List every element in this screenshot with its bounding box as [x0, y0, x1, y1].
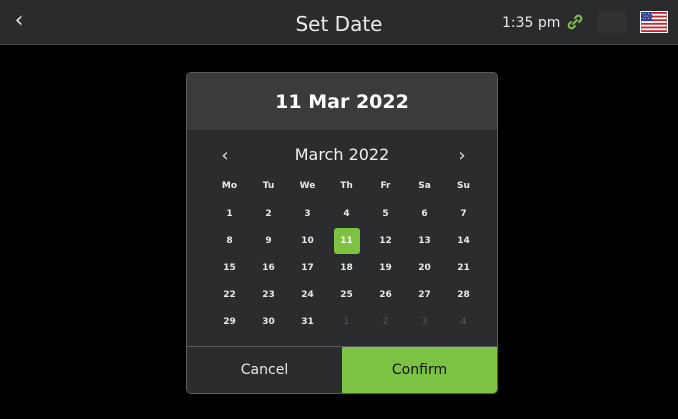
calendar-day-selected[interactable]: 11	[327, 228, 366, 254]
calendar-day[interactable]: 3	[288, 201, 327, 227]
calendar-day[interactable]: 26	[366, 282, 405, 308]
clock-time: 1:35 pm	[502, 15, 561, 31]
calendar-day[interactable]: 31	[288, 309, 327, 335]
calendar-day[interactable]: 25	[327, 282, 366, 308]
calendar-day-next-month: 1	[343, 317, 350, 327]
calendar-day-next-month: 4	[460, 317, 467, 327]
weekday-label: Fr	[380, 181, 391, 191]
date-picker-dialog: 11 Mar 2022 ‹ March 2022 › Mo Tu We Th F…	[186, 72, 498, 394]
weekday-label: Mo	[221, 181, 238, 191]
weekday-label: Tu	[262, 181, 275, 191]
calendar-day[interactable]: 10	[288, 228, 327, 254]
selected-day-label: 11	[333, 228, 360, 254]
top-bar: ‹ Set Date 1:35 pm	[0, 0, 678, 45]
calendar-day-next-month: 2	[382, 317, 389, 327]
dialog-footer: Cancel Confirm	[187, 346, 497, 393]
calendar-day[interactable]: 28	[444, 282, 483, 308]
calendar-day-next-month: 3	[421, 317, 428, 327]
calendar-day[interactable]: 23	[249, 282, 288, 308]
chevron-right-icon: ›	[458, 144, 466, 166]
calendar-day[interactable]: 24	[288, 282, 327, 308]
calendar-day[interactable]: 20	[405, 255, 444, 281]
calendar-day[interactable]: 12	[366, 228, 405, 254]
calendar-day[interactable]: 17	[288, 255, 327, 281]
calendar-day[interactable]: 14	[444, 228, 483, 254]
calendar-week: 8 9 10 11 12 13 14	[210, 228, 483, 254]
next-month-button[interactable]: ›	[451, 144, 473, 166]
calendar-day[interactable]: 22	[210, 282, 249, 308]
calendar-week: 1 2 3 4 5 6 7	[210, 201, 483, 227]
calendar-day[interactable]: 7	[444, 201, 483, 227]
calendar-day[interactable]: 29	[210, 309, 249, 335]
calendar-day[interactable]: 4	[327, 201, 366, 227]
weekday-label: Th	[340, 181, 353, 191]
calendar-day[interactable]: 2	[249, 201, 288, 227]
weekday-label: Su	[457, 181, 470, 191]
calendar-week: 22 23 24 25 26 27 28	[210, 282, 483, 308]
calendar-day[interactable]: 15	[210, 255, 249, 281]
calendar-day[interactable]: 5	[366, 201, 405, 227]
calendar-day[interactable]: 19	[366, 255, 405, 281]
calendar-week: 15 16 17 18 19 20 21	[210, 255, 483, 281]
confirm-button[interactable]: Confirm	[342, 347, 497, 393]
link-icon[interactable]	[566, 13, 584, 31]
calendar-day[interactable]: 13	[405, 228, 444, 254]
month-navigation: ‹ March 2022 ›	[187, 144, 497, 166]
calendar-day[interactable]: 21	[444, 255, 483, 281]
cancel-button[interactable]: Cancel	[187, 347, 342, 393]
weekday-label: Sa	[418, 181, 431, 191]
calendar-day[interactable]: 30	[249, 309, 288, 335]
calendar-day[interactable]: 9	[249, 228, 288, 254]
calendar-day[interactable]: 1	[210, 201, 249, 227]
weekday-header: Mo Tu We Th Fr Sa Su	[210, 181, 483, 191]
calendar-day[interactable]: 6	[405, 201, 444, 227]
calendar-day[interactable]: 18	[327, 255, 366, 281]
us-flag-icon[interactable]	[640, 11, 668, 33]
calendar-day[interactable]: 8	[210, 228, 249, 254]
selected-date-display: 11 Mar 2022	[187, 73, 497, 130]
status-indicator	[598, 11, 626, 33]
calendar-day[interactable]: 27	[405, 282, 444, 308]
calendar-week: 29 30 31 1 2 3 4	[210, 309, 483, 335]
calendar-day[interactable]: 16	[249, 255, 288, 281]
weekday-label: We	[299, 181, 316, 191]
